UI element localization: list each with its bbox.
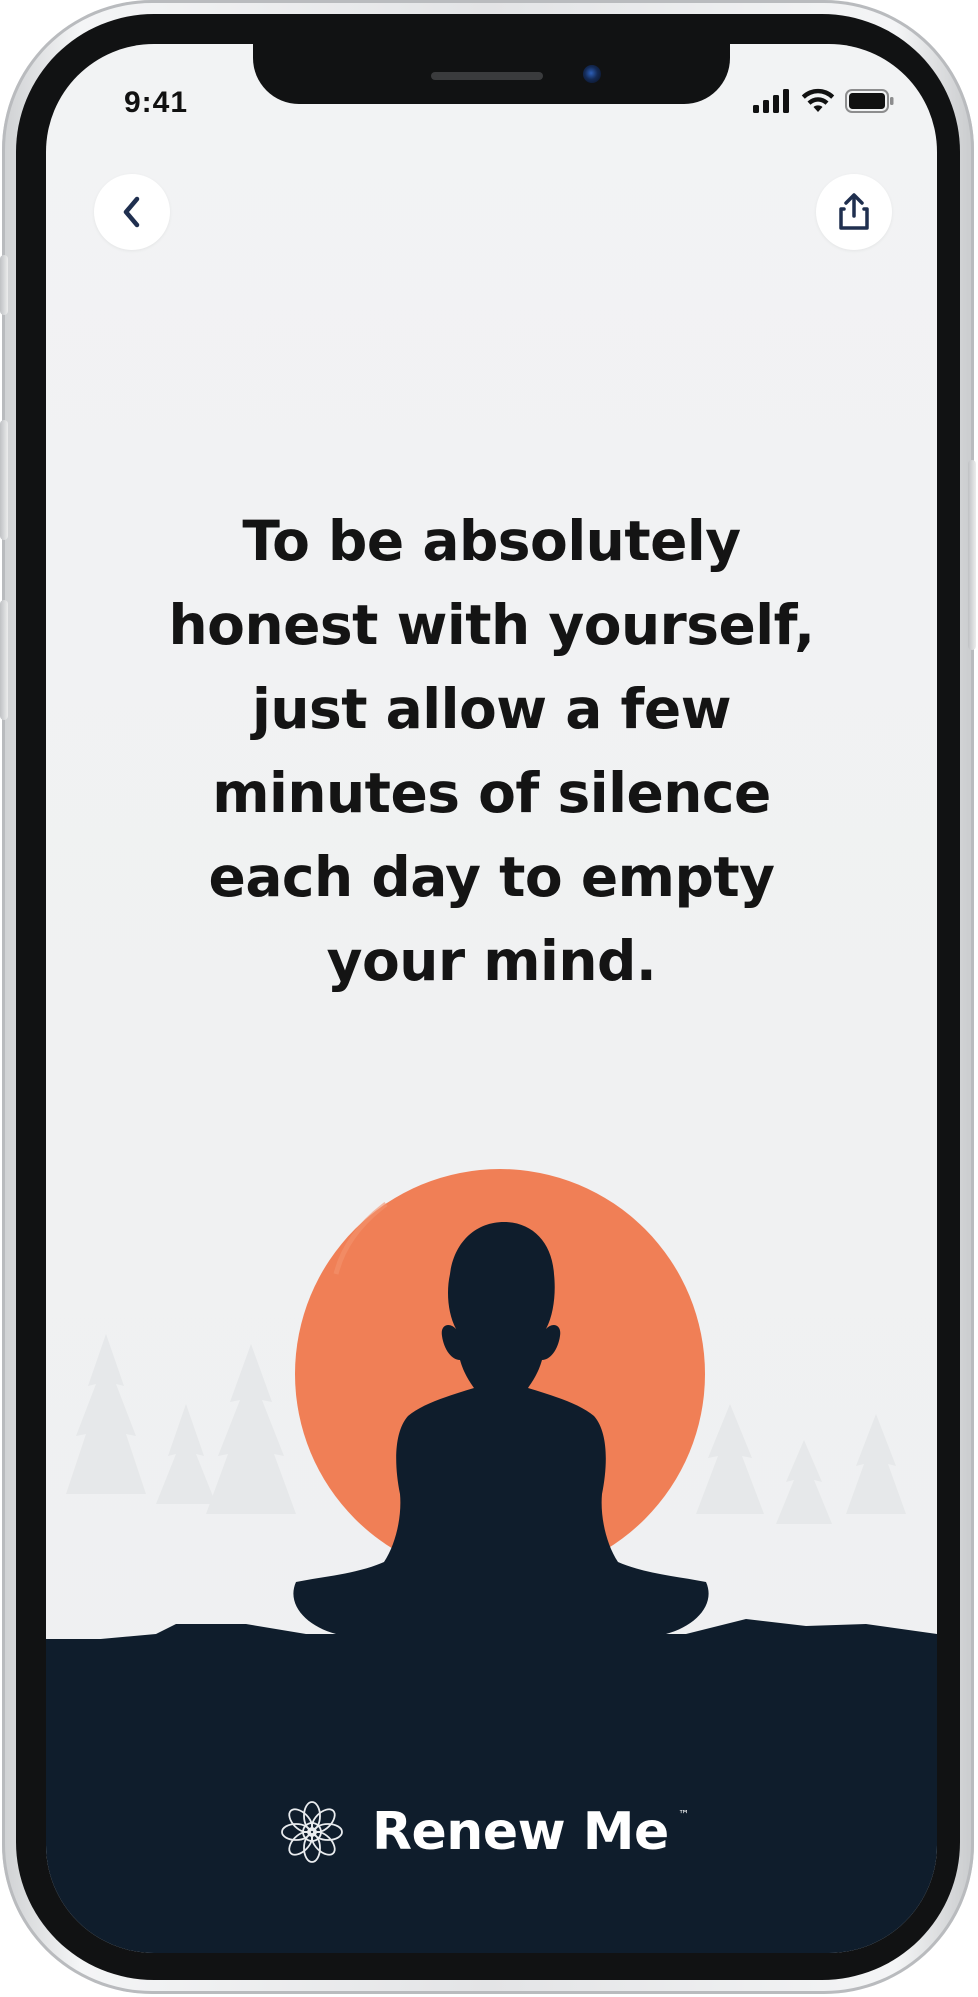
app-screen: 9:41 To be absolutely honest with yourse… <box>46 44 937 1953</box>
cellular-signal-icon <box>753 89 789 113</box>
battery-icon <box>845 89 894 113</box>
quote-line: To be absolutely <box>242 509 741 573</box>
volume-down-button <box>0 600 8 720</box>
wifi-icon <box>801 88 835 112</box>
brand-name-text: Renew Me <box>372 1802 669 1862</box>
quote-text: To be absolutely honest with yourself, j… <box>116 499 867 1003</box>
quote-line: your mind. <box>326 929 657 993</box>
share-icon <box>839 193 869 230</box>
power-button <box>968 460 976 650</box>
mandala-logo-icon <box>281 1801 343 1863</box>
brand-name: Renew Me ™ <box>372 1802 689 1862</box>
quote-line: minutes of silence <box>212 761 771 825</box>
quote-line: honest with yourself, <box>168 593 815 657</box>
trademark: ™ <box>678 1808 689 1821</box>
volume-up-button <box>0 420 8 540</box>
chevron-left-icon <box>123 196 140 228</box>
share-button[interactable] <box>816 174 892 250</box>
front-camera <box>583 65 601 83</box>
phone-frame: 9:41 To be absolutely honest with yourse… <box>0 0 976 1994</box>
speaker-grille <box>431 72 543 80</box>
quote-line: each day to empty <box>208 845 775 909</box>
meditation-illustration <box>46 1169 937 1684</box>
status-icons <box>753 88 895 114</box>
quote-line: just allow a few <box>251 677 732 741</box>
brand-logo: Renew Me ™ <box>274 1794 689 1870</box>
status-time: 9:41 <box>124 86 189 119</box>
back-button[interactable] <box>94 174 170 250</box>
notch <box>253 44 730 104</box>
silent-switch <box>0 255 8 315</box>
